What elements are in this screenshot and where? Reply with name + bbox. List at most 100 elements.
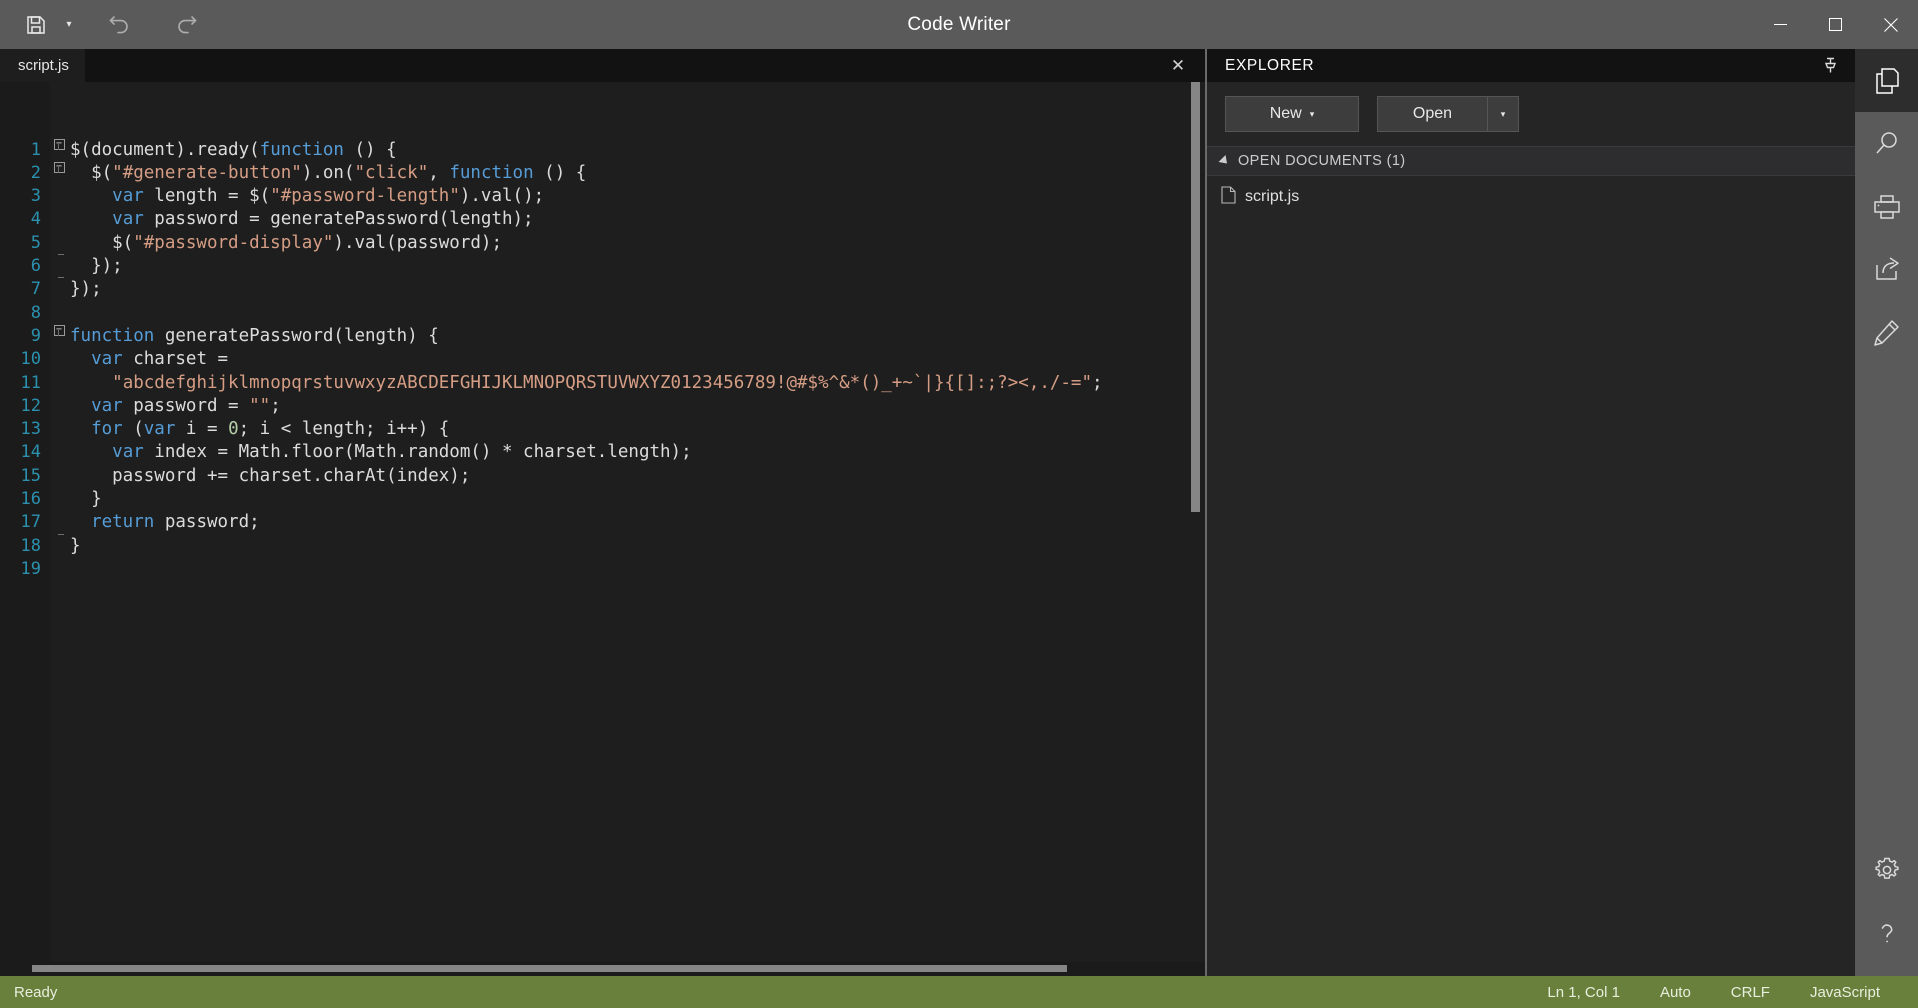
code-text: password += charset.charAt(index); [68,465,470,488]
collapse-triangle-icon [1218,155,1230,167]
maximize-button[interactable] [1808,0,1863,49]
status-line-ending[interactable]: CRLF [1711,984,1790,1001]
explorer-title: EXPLORER [1225,57,1314,75]
line-number: 3 [0,185,50,208]
explorer-toolbar: New ▾ Open ▾ [1207,82,1855,146]
fold-minus-icon[interactable]: − [50,139,68,150]
code-line: 3 var length = $("#password-length").val… [0,185,1205,208]
status-bar: Ready Ln 1, Col 1 Auto CRLF JavaScript [0,976,1918,1008]
code-area[interactable]: 1−$(document).ready(function () {2− $("#… [0,82,1205,976]
open-dropdown-button[interactable]: ▾ [1487,96,1519,132]
code-line: 2− $("#generate-button").on("click", fun… [0,162,1205,185]
line-number: 10 [0,348,50,371]
pencil-icon[interactable] [1855,301,1918,364]
code-line: 10 var charset = [0,348,1205,371]
list-item-label: script.js [1245,188,1299,206]
code-text: function generatePassword(length) { [68,325,439,348]
status-right-group: Ln 1, Col 1 Auto CRLF JavaScript [1527,984,1918,1001]
pin-icon[interactable] [1817,53,1843,79]
explorer-header: EXPLORER [1207,49,1855,82]
code-text: "abcdefghijklmnopqrstuvwxyzABCDEFGHIJKLM… [68,372,1103,395]
code-text: } [68,535,81,558]
code-line: 6 }); [0,255,1205,278]
search-icon[interactable] [1855,112,1918,175]
editor-vertical-scrollbar[interactable] [1191,82,1200,512]
code-line: 5 $("#password-display").val(password); [0,232,1205,255]
code-line: 4 var password = generatePassword(length… [0,208,1205,231]
printer-icon[interactable] [1855,175,1918,238]
list-item[interactable]: script.js [1207,182,1855,212]
quick-access-toolbar: ▾ [0,5,208,45]
gear-icon[interactable] [1855,838,1918,901]
status-indent-mode[interactable]: Auto [1640,984,1711,1001]
share-icon[interactable] [1855,238,1918,301]
help-icon[interactable] [1855,901,1918,964]
editor-column: script.js ✕ 1−$(document).ready(function… [0,49,1205,976]
code-line: 19 [0,558,1205,581]
save-dropdown-caret[interactable]: ▾ [58,5,80,45]
title-bar: ▾ Code Writer [0,0,1918,49]
line-number: 8 [0,302,50,325]
code-text: var password = ""; [68,395,281,418]
code-text: $("#password-display").val(password); [68,232,502,255]
close-tab-icon[interactable]: ✕ [1165,49,1191,82]
code-text: var charset = [68,348,228,371]
redo-icon[interactable] [164,5,208,45]
window-controls [1753,0,1918,49]
minimize-button[interactable] [1753,0,1808,49]
open-button[interactable]: Open [1377,96,1487,132]
code-line: 11 "abcdefghijklmnopqrstuvwxyzABCDEFGHIJ… [0,372,1205,395]
code-text: var password = generatePassword(length); [68,208,534,231]
window-title: Code Writer [0,14,1918,36]
status-cursor-position[interactable]: Ln 1, Col 1 [1527,984,1640,1001]
code-text: for (var i = 0; i < length; i++) { [68,418,449,441]
line-number: 5 [0,232,50,255]
explorer-panel: EXPLORER New ▾ Open ▾ [1205,49,1855,976]
status-message: Ready [0,984,57,1001]
tab-script-js[interactable]: script.js [0,49,85,82]
editor-surface[interactable]: 1−$(document).ready(function () {2− $("#… [0,82,1205,976]
status-language-mode[interactable]: JavaScript [1790,984,1900,1001]
file-icon [1221,186,1236,209]
open-documents-label: OPEN DOCUMENTS (1) [1238,153,1406,169]
editor-horizontal-scrollbar-thumb[interactable] [32,965,1067,972]
code-line: 14 var index = Math.floor(Math.random() … [0,441,1205,464]
code-line: 7}); [0,278,1205,301]
code-text: } [68,488,102,511]
line-number: 2 [0,162,50,185]
code-line: 18} [0,535,1205,558]
code-line: 17 return password; [0,511,1205,534]
fold-minus-icon[interactable]: − [50,162,68,173]
code-writer-window: ▾ Code Writer [0,0,1918,1008]
save-icon[interactable] [14,5,58,45]
code-text: }); [68,278,102,301]
main-body: script.js ✕ 1−$(document).ready(function… [0,49,1918,976]
code-text: $("#generate-button").on("click", functi… [68,162,586,185]
new-button-label: New [1270,105,1302,123]
code-line: 15 password += charset.charAt(index); [0,465,1205,488]
new-button[interactable]: New ▾ [1225,96,1359,132]
fold-minus-icon[interactable]: − [50,325,68,336]
code-line: 8 [0,302,1205,325]
documents-icon[interactable] [1855,49,1918,112]
close-button[interactable] [1863,0,1918,49]
chevron-down-icon: ▾ [1310,110,1315,119]
line-number: 14 [0,441,50,464]
undo-icon[interactable] [98,5,142,45]
editor-horizontal-scrollbar-track[interactable] [0,962,1205,976]
line-number: 17 [0,511,50,534]
code-line: 9−function generatePassword(length) { [0,325,1205,348]
line-number: 18 [0,535,50,558]
code-text: var index = Math.floor(Math.random() * c… [68,441,692,464]
line-number: 19 [0,558,50,581]
line-number: 11 [0,372,50,395]
code-text: return password; [68,511,260,534]
line-number: 4 [0,208,50,231]
tab-label: script.js [18,57,69,74]
open-documents-section-header[interactable]: OPEN DOCUMENTS (1) [1207,146,1855,176]
line-number: 12 [0,395,50,418]
code-line: 1−$(document).ready(function () { [0,139,1205,162]
code-line: 13 for (var i = 0; i < length; i++) { [0,418,1205,441]
line-number: 13 [0,418,50,441]
code-line: 16 } [0,488,1205,511]
